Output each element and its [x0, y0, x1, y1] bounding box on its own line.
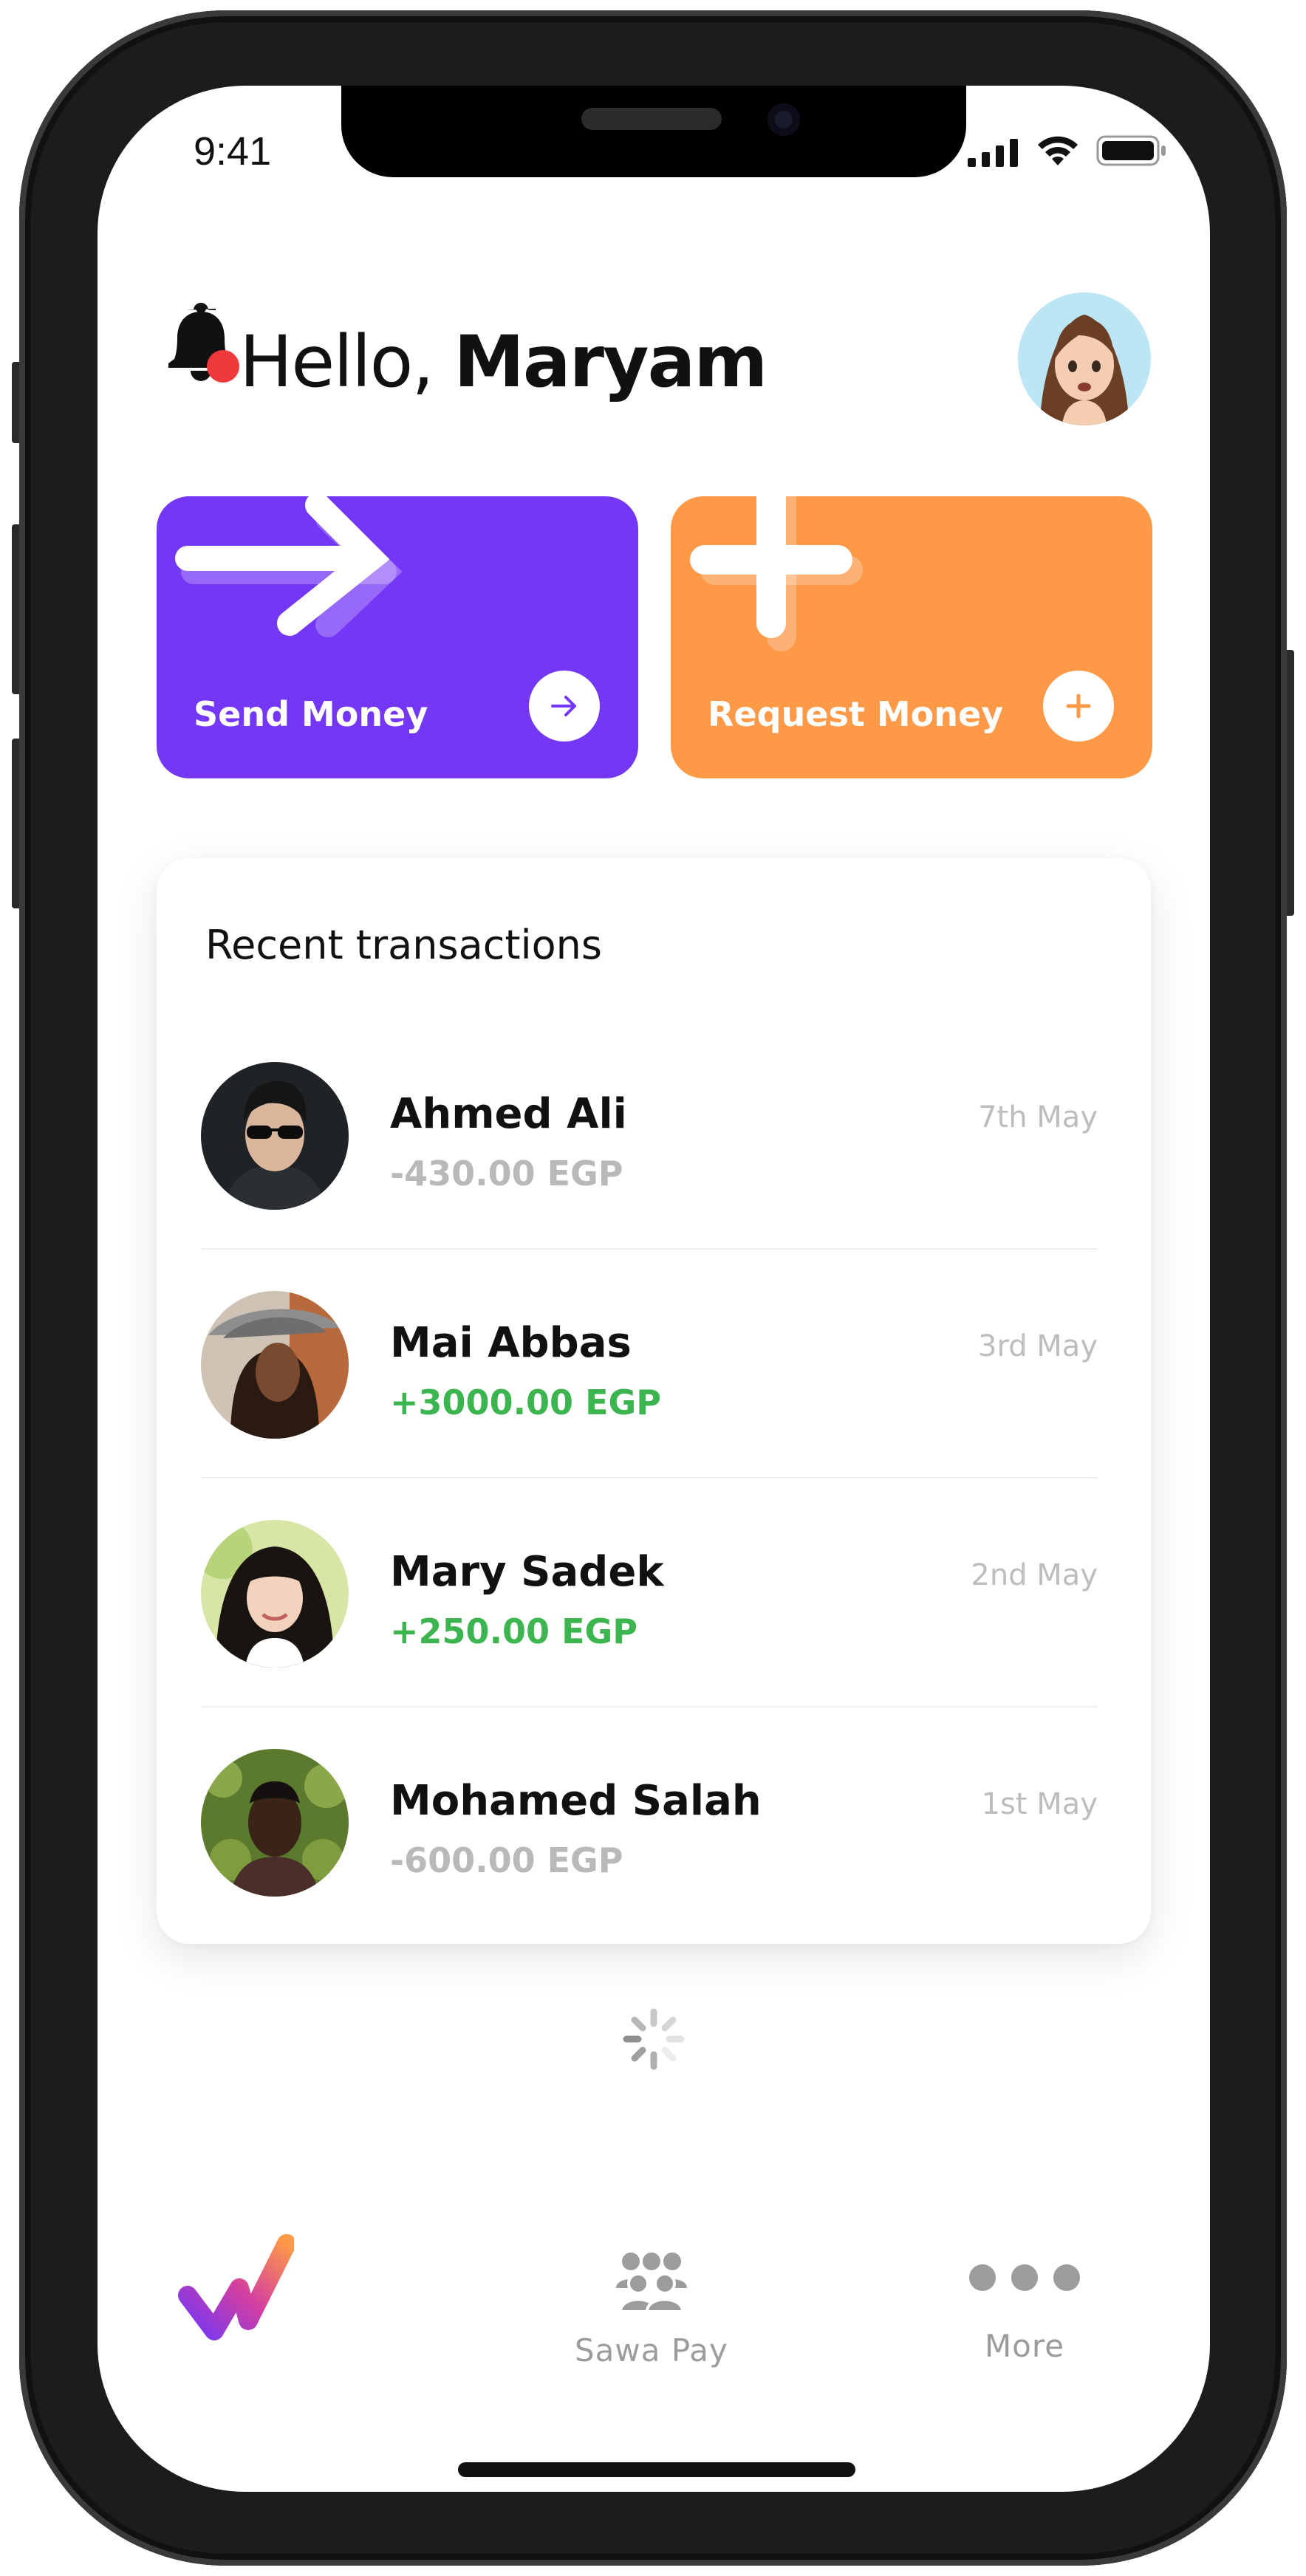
transaction-date: 3rd May	[978, 1329, 1098, 1363]
contact-avatar	[201, 1520, 349, 1668]
memoji-avatar-image	[1018, 292, 1151, 425]
header: Hello, Maryam	[157, 292, 1151, 425]
send-money-card[interactable]: Send Money	[157, 496, 638, 778]
notch	[341, 86, 966, 177]
contact-avatar	[201, 1062, 349, 1210]
status-icons	[968, 134, 1167, 167]
front-camera	[767, 103, 800, 136]
transaction-amount: +3000.00 EGP	[390, 1383, 661, 1422]
send-money-button[interactable]	[529, 671, 600, 741]
transaction-row[interactable]: Mary Sadek +250.00 EGP 2nd May	[201, 1479, 1098, 1707]
profile-avatar[interactable]	[1018, 292, 1151, 425]
more-dots-icon	[969, 2264, 1080, 2291]
request-money-label: Request Money	[708, 694, 1004, 734]
transaction-row[interactable]: Mai Abbas +3000.00 EGP 3rd May	[201, 1250, 1098, 1479]
request-money-button[interactable]	[1043, 671, 1114, 741]
group-icon	[615, 2253, 687, 2312]
transaction-amount: -600.00 EGP	[390, 1840, 623, 1880]
contact-name: Mary Sadek	[390, 1548, 664, 1596]
send-money-label: Send Money	[194, 694, 428, 734]
wifi-icon	[1038, 136, 1078, 165]
plus-icon	[1066, 693, 1091, 719]
greeting-text: Hello,	[239, 321, 434, 403]
transaction-date: 1st May	[981, 1787, 1098, 1821]
transactions-list: Ahmed Ali -430.00 EGP 7th May Mai Abbas	[201, 1021, 1098, 1936]
loading-spinner-icon	[623, 2008, 685, 2070]
transaction-date: 7th May	[978, 1100, 1098, 1134]
transaction-amount: +250.00 EGP	[390, 1611, 637, 1651]
bell-icon[interactable]	[157, 300, 245, 388]
app-logo-icon	[178, 2234, 294, 2340]
request-money-card[interactable]: Request Money	[671, 496, 1152, 778]
contact-name: Mohamed Salah	[390, 1777, 762, 1825]
contact-avatar	[201, 1291, 349, 1439]
user-name: Maryam	[454, 321, 767, 403]
notification-dot	[207, 350, 239, 383]
signal-icon	[968, 139, 1018, 167]
transaction-date: 2nd May	[971, 1558, 1098, 1592]
tab-more-label: More	[984, 2328, 1065, 2364]
app-screen: 9:41 Hello, Maryam Send Money Request Mo…	[98, 86, 1210, 2492]
tab-sawa-pay[interactable]: Sawa Pay	[575, 2250, 728, 2368]
transaction-row[interactable]: Ahmed Ali -430.00 EGP 7th May	[201, 1021, 1098, 1250]
status-time: 9:41	[194, 129, 272, 174]
home-indicator[interactable]	[458, 2462, 855, 2477]
battery-icon	[1096, 135, 1166, 166]
tab-more[interactable]: More	[968, 2263, 1081, 2364]
greeting: Hello, Maryam	[239, 321, 767, 403]
tab-home[interactable]	[176, 2227, 294, 2346]
tab-sawa-pay-label: Sawa Pay	[575, 2332, 728, 2368]
contact-avatar	[201, 1749, 349, 1897]
recent-transactions-title: Recent transactions	[205, 922, 602, 968]
transaction-amount: -430.00 EGP	[390, 1154, 623, 1193]
speaker-grille	[581, 108, 722, 130]
arrow-right-icon	[551, 696, 576, 716]
transaction-row[interactable]: Mohamed Salah -600.00 EGP 1st May	[201, 1707, 1098, 1936]
contact-name: Mai Abbas	[390, 1319, 632, 1367]
recent-transactions-card: Recent transactions Ahmed Ali -430.00 EG	[157, 858, 1151, 1944]
contact-name: Ahmed Ali	[390, 1090, 627, 1138]
